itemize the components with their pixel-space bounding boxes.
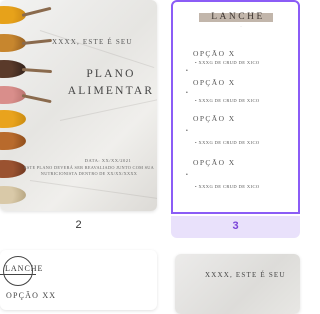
option-bullet: • [186, 90, 188, 96]
option-item: • XXXG DE CRUD DE XICO [195, 60, 260, 65]
spice-spoon-icon [0, 186, 26, 204]
marble-vein [39, 30, 155, 69]
cover-title-line-1: PLANO [86, 68, 136, 80]
option-label: OPÇÃO X [193, 158, 236, 167]
page-number-3: 3 [232, 220, 239, 232]
logo-divider [0, 274, 36, 275]
spoon-handle [21, 38, 52, 45]
option-bullet: • [186, 172, 188, 178]
option-item: • XXXG DE CRUD DE XICO [195, 140, 260, 145]
option-label: OPÇÃO XX [6, 291, 57, 300]
lanche-header: LANCHE [211, 12, 265, 22]
option-item: • XXXG DE CRUD DE XICO [195, 184, 260, 189]
page-thumbnail-3[interactable]: LANCHE - OPÇÃO X • XXXG DE CRUD DE XICO … [171, 0, 300, 214]
cover-date: DATA: XX/XX/2021 [84, 158, 132, 163]
option-bullet: • [186, 128, 188, 134]
cover-note: ESTE PLANO DEVERÁ SER REAVALIADO JUNTO C… [22, 165, 156, 177]
cover-subheader: XXXX, ESTE É SEU [205, 271, 286, 279]
page-thumbnail-grid: XXXX, ESTE É SEU PLANO ALIMENTAR DATA: X… [0, 0, 300, 314]
option-label: OPÇÃO X [193, 78, 236, 87]
page-thumbnail-5[interactable]: XXXX, ESTE É SEU [175, 254, 300, 314]
spice-spoon-icon [0, 132, 26, 150]
lanche-logo-text: LANCHE [5, 264, 44, 273]
marble-vein [59, 97, 157, 121]
spice-spoon-icon [0, 110, 26, 128]
marble-vein [29, 180, 157, 200]
cover-title: PLANO ALIMENTAR [66, 66, 156, 100]
spoon-handle [21, 6, 52, 17]
page-number-2: 2 [75, 219, 82, 231]
page-thumbnail-4[interactable]: LANCHE OPÇÃO XX [0, 250, 157, 310]
cover-title-line-2: ALIMENTAR [67, 85, 155, 97]
spoon-handle [21, 94, 52, 104]
cover-subheader: XXXX, ESTE É SEU [52, 38, 133, 46]
option-item: • XXXG DE CRUD DE XICO [195, 98, 260, 103]
option-label: OPÇÃO X [193, 114, 236, 123]
option-bullet: • [186, 68, 188, 74]
spoon-handle [21, 68, 53, 74]
option-label: OPÇÃO X [193, 49, 236, 58]
page-thumbnail-2[interactable]: XXXX, ESTE É SEU PLANO ALIMENTAR DATA: X… [0, 0, 157, 211]
cover-note-line-2: NUTRICIONISTA DENTRO DE XX/XX/XXXX [40, 171, 138, 176]
lanche-subheader: - [240, 24, 242, 28]
